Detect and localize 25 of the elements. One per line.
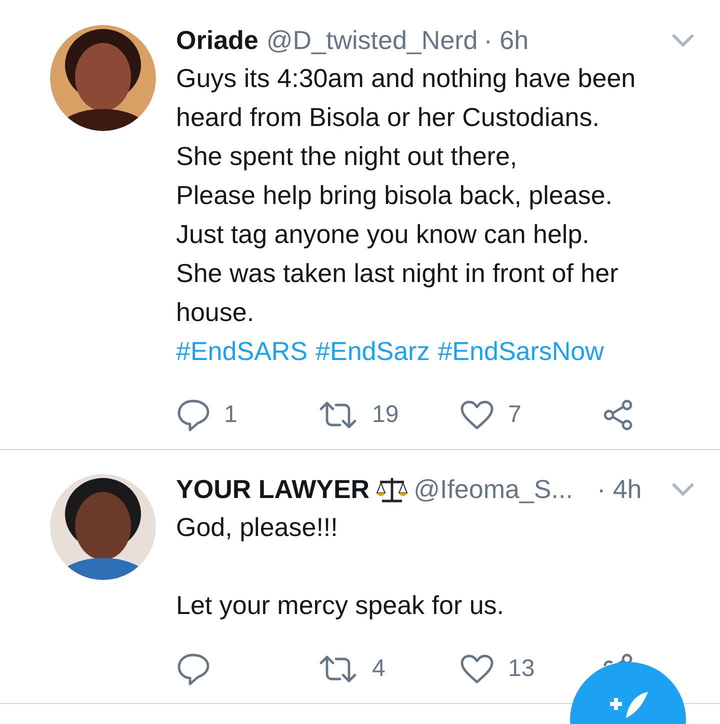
retweet-icon[interactable] <box>318 400 358 430</box>
share-icon[interactable] <box>602 653 634 666</box>
tweet-text: God, please!!! <box>176 511 339 544</box>
hashtag-link[interactable]: #EndSARS <box>176 332 308 371</box>
hashtag-link[interactable]: #EndSarz <box>316 332 430 371</box>
user-handle[interactable]: @Ifeoma_S... <box>414 474 573 504</box>
retweet-count: 19 <box>372 400 399 430</box>
display-name[interactable]: Oriade <box>176 25 258 55</box>
heart-icon[interactable] <box>460 654 494 684</box>
tweet-text: Let your mercy speak for us. <box>176 589 506 622</box>
share-icon[interactable] <box>602 399 634 431</box>
reply-icon[interactable] <box>176 652 210 686</box>
like-count: 13 <box>508 654 535 684</box>
tweet-time: · 6h <box>484 25 529 55</box>
user-handle[interactable]: @D_twisted_Nerd <box>266 25 478 55</box>
display-name[interactable]: YOUR LAWYER <box>176 474 370 504</box>
like-count: 7 <box>508 400 522 430</box>
tweet-text: Guys its 4:30am and nothing have been heard from Bisola or her Custodians. She spent the night out there, Please help bring bisola back, please. Just tag anyone you know can help. She was taken last night in front of her house. <box>176 62 637 329</box>
reply-count: 1 <box>224 400 238 430</box>
tweet-time: · 4h <box>596 474 642 504</box>
retweet-icon[interactable] <box>318 654 358 684</box>
hashtag-link[interactable]: #EndSarsNow <box>438 332 604 371</box>
heart-icon[interactable] <box>460 400 494 430</box>
reply-icon[interactable] <box>176 398 210 432</box>
retweet-count: 4 <box>372 654 386 684</box>
